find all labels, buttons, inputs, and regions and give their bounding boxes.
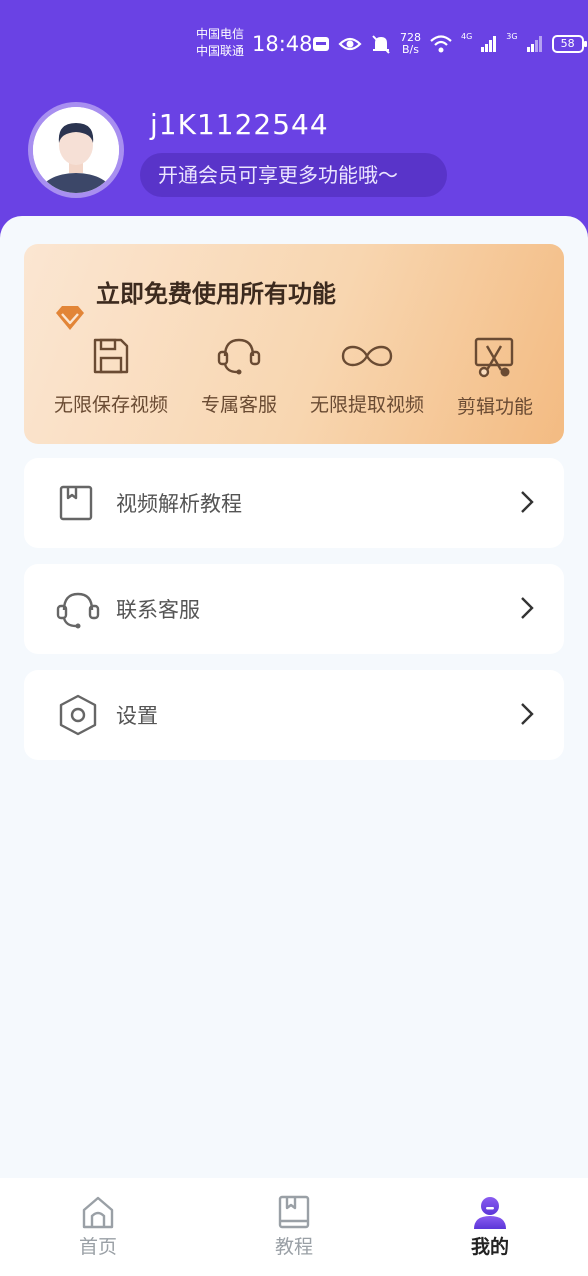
menu-label: 视频解析教程 — [116, 492, 242, 516]
home-icon — [82, 1196, 114, 1229]
avatar[interactable] — [28, 102, 124, 198]
save-icon — [93, 338, 129, 374]
signal-2-icon — [526, 36, 542, 52]
nav-label: 首页 — [78, 1236, 117, 1258]
scissors-icon — [474, 337, 514, 378]
feature-label: 无限提取视频 — [309, 394, 424, 416]
user-icon — [474, 1197, 506, 1229]
nav-mine[interactable]: 我的 — [440, 1194, 540, 1259]
mute-bell-icon — [372, 35, 390, 54]
username: j1K1122544 — [150, 108, 329, 141]
nav-tutorial[interactable]: 教程 — [244, 1194, 344, 1259]
carrier-2: 中国联通 — [196, 44, 245, 58]
chevron-right-icon — [521, 597, 534, 619]
network-type-2: 3G — [506, 31, 518, 41]
headset-icon — [217, 338, 261, 375]
bottom-navigation: 首页 教程 我的 — [0, 1178, 588, 1276]
nav-label: 我的 — [470, 1236, 509, 1258]
network-speed: 728 B/s — [400, 32, 421, 56]
feature-save-video[interactable]: 无限保存视频 — [46, 336, 176, 417]
status-bar: 中国电信 中国联通 18:48 728 B/s 4G 3G 58 — [0, 0, 588, 84]
speed-unit: B/s — [402, 43, 419, 56]
battery-indicator: 58 — [551, 35, 587, 53]
settings-icon — [59, 694, 97, 736]
menu-item-settings[interactable]: 设置 — [24, 670, 564, 760]
avatar-image — [33, 107, 119, 193]
feature-editing[interactable]: 剪辑功能 — [430, 336, 560, 419]
book-icon — [278, 1195, 310, 1229]
carrier-1: 中国电信 — [196, 27, 245, 41]
feature-label: 无限保存视频 — [53, 394, 168, 416]
promo-title: 立即免费使用所有功能 — [96, 280, 336, 308]
chevron-right-icon — [521, 491, 534, 513]
infinity-icon — [341, 345, 393, 367]
wifi-icon — [430, 35, 452, 53]
diamond-icon — [56, 306, 84, 330]
menu-item-contact-support[interactable]: 联系客服 — [24, 564, 564, 654]
status-icons: 728 B/s 4G 3G 58 — [312, 30, 587, 58]
vip-upgrade-button[interactable]: 开通会员可享更多功能哦～ — [140, 153, 447, 197]
network-type-1: 4G — [461, 31, 473, 41]
bookmark-icon — [59, 485, 93, 521]
feature-label: 剪辑功能 — [456, 396, 533, 418]
default-avatar-icon — [33, 107, 119, 193]
main-content: 立即免费使用所有功能 无限保存视频 专属客服 无限提取视频 剪辑功能 视频解析教… — [0, 216, 588, 1186]
feature-support[interactable]: 专属客服 — [174, 336, 304, 417]
eye-icon — [338, 37, 362, 51]
status-time: 18:48 — [252, 32, 313, 56]
promo-card[interactable]: 立即免费使用所有功能 无限保存视频 专属客服 无限提取视频 剪辑功能 — [24, 244, 564, 444]
menu-label: 设置 — [116, 704, 158, 728]
nav-home[interactable]: 首页 — [48, 1194, 148, 1259]
menu-item-video-tutorial[interactable]: 视频解析教程 — [24, 458, 564, 548]
notification-app-icon — [313, 37, 329, 51]
menu-label: 联系客服 — [116, 598, 200, 622]
signal-1-icon — [481, 36, 497, 52]
headset-icon — [56, 592, 100, 629]
carrier-info: 中国电信 中国联通 — [196, 26, 244, 60]
feature-label: 专属客服 — [200, 394, 277, 416]
chevron-right-icon — [521, 703, 534, 725]
nav-label: 教程 — [274, 1236, 313, 1258]
feature-extract-video[interactable]: 无限提取视频 — [302, 336, 432, 417]
